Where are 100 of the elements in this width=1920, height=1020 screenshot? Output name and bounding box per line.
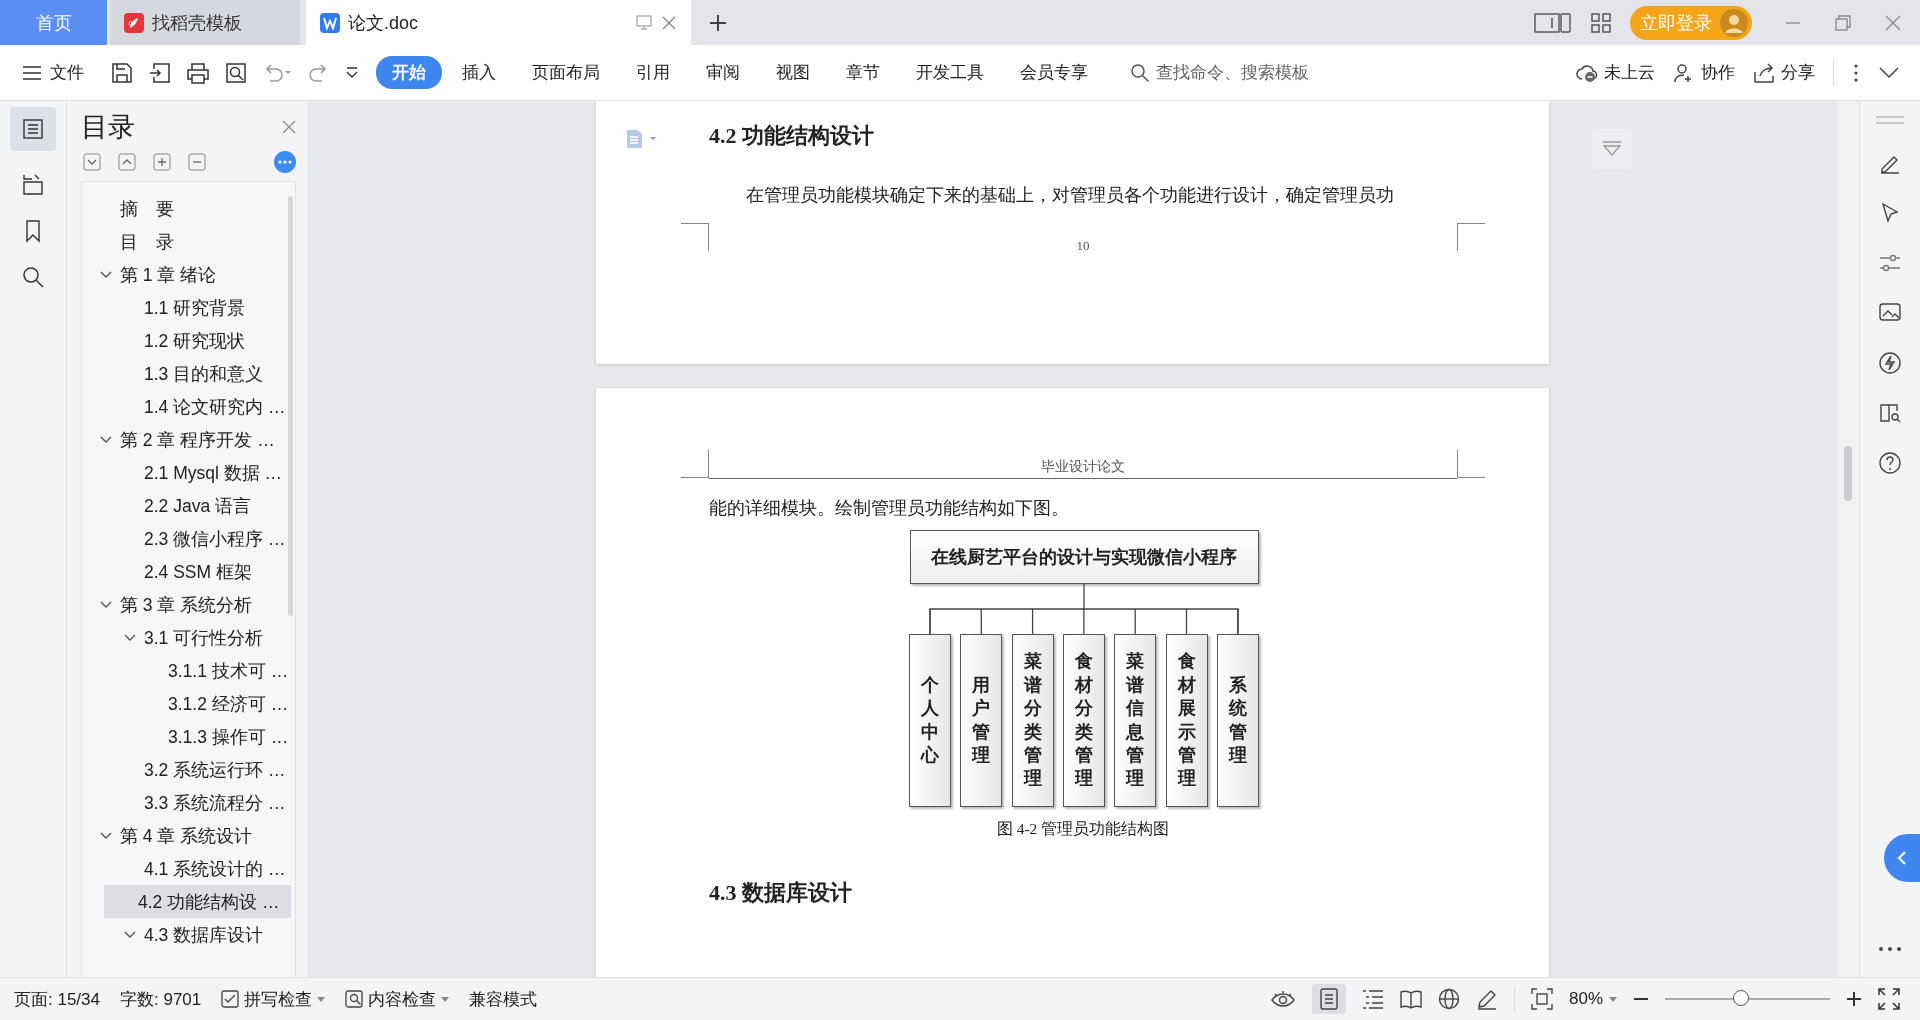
toc-item[interactable]: 3.3 系统流程分 …: [82, 786, 291, 819]
export-icon[interactable]: [148, 60, 172, 85]
ribbon-tab[interactable]: 视图: [760, 56, 826, 89]
page-header: 毕业设计论文: [709, 458, 1457, 479]
toc-item[interactable]: 3.2 系统运行环 …: [82, 753, 291, 786]
outline-button[interactable]: [10, 107, 56, 151]
zoom-in-icon[interactable]: [1846, 991, 1862, 1007]
help-icon[interactable]: [1878, 451, 1902, 475]
toc-item[interactable]: 2.4 SSM 框架: [82, 555, 291, 588]
globe-icon[interactable]: [1437, 988, 1460, 1010]
document-tab[interactable]: 论文.doc: [306, 0, 691, 45]
collapse-all-icon[interactable]: [83, 153, 101, 171]
toc-item[interactable]: 2.2 Java 语言: [82, 489, 291, 522]
chevron-icon[interactable]: [124, 633, 136, 642]
toc-item[interactable]: 1.3 目的和意义: [82, 357, 291, 390]
more-icon[interactable]: [1852, 62, 1860, 83]
outline-view-icon[interactable]: [1361, 989, 1384, 1009]
scrollbar[interactable]: [288, 196, 293, 616]
ribbon-tab[interactable]: 会员专享: [1004, 56, 1104, 89]
close-window-icon[interactable]: [1884, 13, 1902, 32]
share-button[interactable]: 分享: [1753, 61, 1815, 84]
fit-page-icon[interactable]: [1530, 988, 1553, 1010]
more-icon[interactable]: [1878, 945, 1902, 953]
handle-icon[interactable]: [1876, 115, 1904, 125]
menu-icon: [22, 64, 42, 81]
ribbon-tab[interactable]: 插入: [446, 56, 512, 89]
remove-icon[interactable]: [188, 153, 206, 171]
template-tab[interactable]: 找稻壳模板: [110, 0, 300, 45]
eye-icon[interactable]: [1269, 989, 1296, 1009]
toc-item[interactable]: 4.1 系统设计的 …: [82, 852, 291, 885]
toc-item[interactable]: 4.2 功能结构设 …: [104, 885, 291, 918]
toc-item[interactable]: 第 4 章 系统设计: [82, 819, 291, 852]
ribbon-tab[interactable]: 开发工具: [900, 56, 1000, 89]
ribbon-tab[interactable]: 开始: [376, 56, 442, 89]
toc-item[interactable]: 3.1.3 操作可 …: [82, 720, 291, 753]
ribbon-tab[interactable]: 引用: [620, 56, 686, 89]
magnifier-page-icon: [345, 990, 364, 1008]
file-menu[interactable]: 文件: [22, 61, 84, 84]
toc-item[interactable]: 目 录: [82, 225, 291, 258]
print-icon[interactable]: [186, 60, 210, 85]
toc-item[interactable]: 1.2 研究现状: [82, 324, 291, 357]
collaborate-button[interactable]: 协作: [1673, 61, 1735, 84]
cloud-icon: [1576, 62, 1598, 83]
spell-check-button[interactable]: 拼写检查: [221, 987, 326, 1011]
more-options-icon[interactable]: [274, 151, 296, 173]
pen-icon[interactable]: [1475, 988, 1498, 1010]
diagram-root-node: 在线厨艺平台的设计与实现微信小程序: [909, 530, 1259, 584]
section-heading: 4.2 功能结构设计: [709, 122, 875, 150]
book-search-icon[interactable]: [1878, 401, 1902, 425]
page-view-button[interactable]: [1311, 984, 1346, 1014]
scrollbar[interactable]: [1837, 101, 1859, 977]
search-icon[interactable]: [21, 265, 45, 289]
add-icon[interactable]: [153, 153, 171, 171]
toc-item[interactable]: 1.1 研究背景: [82, 291, 291, 324]
toc-item[interactable]: 2.3 微信小程序 …: [82, 522, 291, 555]
toc-item[interactable]: 4.3 数据库设计: [82, 918, 291, 951]
toc-item[interactable]: 第 2 章 程序开发 …: [82, 423, 291, 456]
content-check-button[interactable]: 内容检查: [345, 987, 450, 1011]
page-number: 10: [1076, 238, 1090, 254]
layout-icon[interactable]: [1534, 11, 1572, 34]
crop-mark: [681, 223, 709, 251]
fullscreen-icon[interactable]: [1878, 988, 1900, 1010]
toc-item[interactable]: 摘 要: [82, 192, 291, 225]
toc-item[interactable]: 3.1.2 经济可 …: [82, 687, 291, 720]
expand-panel-button[interactable]: [1884, 834, 1920, 882]
collapse-ribbon-icon[interactable]: [1878, 65, 1900, 80]
new-tab-icon[interactable]: [709, 13, 727, 32]
ribbon-tab[interactable]: 审阅: [690, 56, 756, 89]
lightning-icon[interactable]: [1878, 351, 1902, 375]
toc-item[interactable]: 第 1 章 绪论: [82, 258, 291, 291]
chevron-icon[interactable]: [100, 831, 112, 840]
chevron-icon[interactable]: [100, 600, 112, 609]
ribbon-tab[interactable]: 章节: [830, 56, 896, 89]
toc-item[interactable]: 3.1 可行性分析: [82, 621, 291, 654]
zoom-dropdown[interactable]: 80%: [1568, 989, 1617, 1009]
book-icon[interactable]: [1399, 989, 1422, 1009]
word-count[interactable]: 字数: 9701: [120, 987, 202, 1011]
toc-item[interactable]: 1.4 论文研究内 …: [82, 390, 291, 423]
grid-icon[interactable]: [1590, 11, 1612, 34]
slider-thumb[interactable]: [1732, 990, 1749, 1006]
diagram-module-node: 食材展示管理: [1165, 634, 1208, 807]
leaf-logo-icon: [124, 12, 144, 33]
close-icon[interactable]: [282, 120, 296, 134]
toc-item[interactable]: 第 3 章 系统分析: [82, 588, 291, 621]
chevron-icon[interactable]: [100, 270, 112, 279]
cloud-status-button[interactable]: 未上云: [1576, 61, 1655, 84]
chevron-icon[interactable]: [100, 435, 112, 444]
share-icon: [1753, 62, 1775, 83]
close-icon[interactable]: [661, 14, 677, 31]
toc-item[interactable]: 2.1 Mysql 数据 …: [82, 456, 291, 489]
expand-all-icon[interactable]: [118, 153, 136, 171]
page-count[interactable]: 页面: 15/34: [14, 987, 100, 1011]
ribbon-tab[interactable]: 页面布局: [516, 56, 616, 89]
chevron-icon[interactable]: [124, 930, 136, 939]
print-preview-icon[interactable]: [224, 60, 248, 85]
save-icon[interactable]: [110, 60, 134, 85]
toc-item[interactable]: 3.1.1 技术可 …: [82, 654, 291, 687]
diagram-module-node: 个人中心: [909, 634, 952, 807]
navigation-icon[interactable]: [21, 173, 45, 197]
compatibility-mode[interactable]: 兼容模式: [469, 987, 538, 1011]
